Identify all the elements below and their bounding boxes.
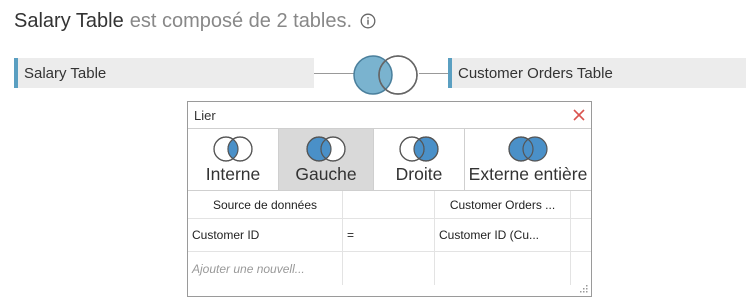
left-table-pill[interactable]: Salary Table bbox=[14, 58, 314, 88]
column-header-spacer bbox=[571, 191, 591, 218]
join-venn-icon[interactable] bbox=[352, 52, 422, 98]
join-type-full-outer[interactable]: Externe entière bbox=[465, 129, 591, 190]
join-connector-right bbox=[419, 73, 448, 74]
join-type-label: Gauche bbox=[295, 164, 357, 184]
full-outer-join-icon bbox=[508, 136, 548, 162]
data-source-title: Salary Table est composé de 2 tables. bbox=[14, 6, 376, 36]
table-row: Customer ID = Customer ID (Cu... bbox=[188, 219, 591, 252]
row-spacer bbox=[571, 252, 591, 285]
resize-grip-icon[interactable] bbox=[578, 283, 588, 293]
grid-header-row: Source de données Customer Orders ... bbox=[188, 191, 591, 219]
column-header-operator bbox=[343, 191, 435, 218]
join-type-right[interactable]: Droite bbox=[374, 129, 465, 190]
dialog-title: Lier bbox=[194, 107, 216, 123]
table-accent-bar bbox=[448, 58, 452, 88]
close-icon[interactable] bbox=[573, 109, 585, 121]
join-type-label: Interne bbox=[205, 164, 261, 184]
right-join-icon bbox=[399, 136, 439, 162]
dialog-header: Lier bbox=[188, 102, 591, 129]
join-type-inner[interactable]: Interne bbox=[188, 129, 279, 190]
column-header-right[interactable]: Customer Orders ... bbox=[435, 191, 571, 218]
page-subtitle: est composé de 2 tables. bbox=[129, 9, 353, 32]
join-dialog: Lier Interne Gauche Droite Externe entiè… bbox=[187, 101, 592, 297]
row-spacer bbox=[435, 252, 571, 285]
join-field-right[interactable]: Customer ID (Cu... bbox=[435, 219, 571, 251]
row-spacer bbox=[571, 219, 591, 251]
info-circle-icon[interactable] bbox=[360, 13, 376, 29]
join-type-label: Externe entière bbox=[468, 164, 588, 184]
join-connector-left bbox=[314, 73, 354, 74]
column-header-left[interactable]: Source de données bbox=[188, 191, 343, 218]
join-clause-grid: Source de données Customer Orders ... Cu… bbox=[188, 191, 591, 285]
right-table-name: Customer Orders Table bbox=[458, 64, 613, 82]
inner-join-icon bbox=[213, 136, 253, 162]
left-table-name: Salary Table bbox=[24, 64, 107, 82]
join-operator[interactable]: = bbox=[343, 219, 435, 251]
join-type-left[interactable]: Gauche bbox=[279, 129, 374, 190]
table-accent-bar bbox=[14, 58, 18, 88]
join-field-left[interactable]: Customer ID bbox=[188, 219, 343, 251]
add-clause-row: Ajouter une nouvell... bbox=[188, 252, 591, 285]
join-type-selector: Interne Gauche Droite Externe entière bbox=[188, 129, 591, 191]
left-join-icon bbox=[306, 136, 346, 162]
page-title: Salary Table bbox=[14, 9, 124, 32]
right-table-pill[interactable]: Customer Orders Table bbox=[448, 58, 746, 88]
add-clause-input[interactable]: Ajouter une nouvell... bbox=[188, 252, 343, 285]
join-type-label: Droite bbox=[395, 164, 443, 184]
row-spacer bbox=[343, 252, 435, 285]
